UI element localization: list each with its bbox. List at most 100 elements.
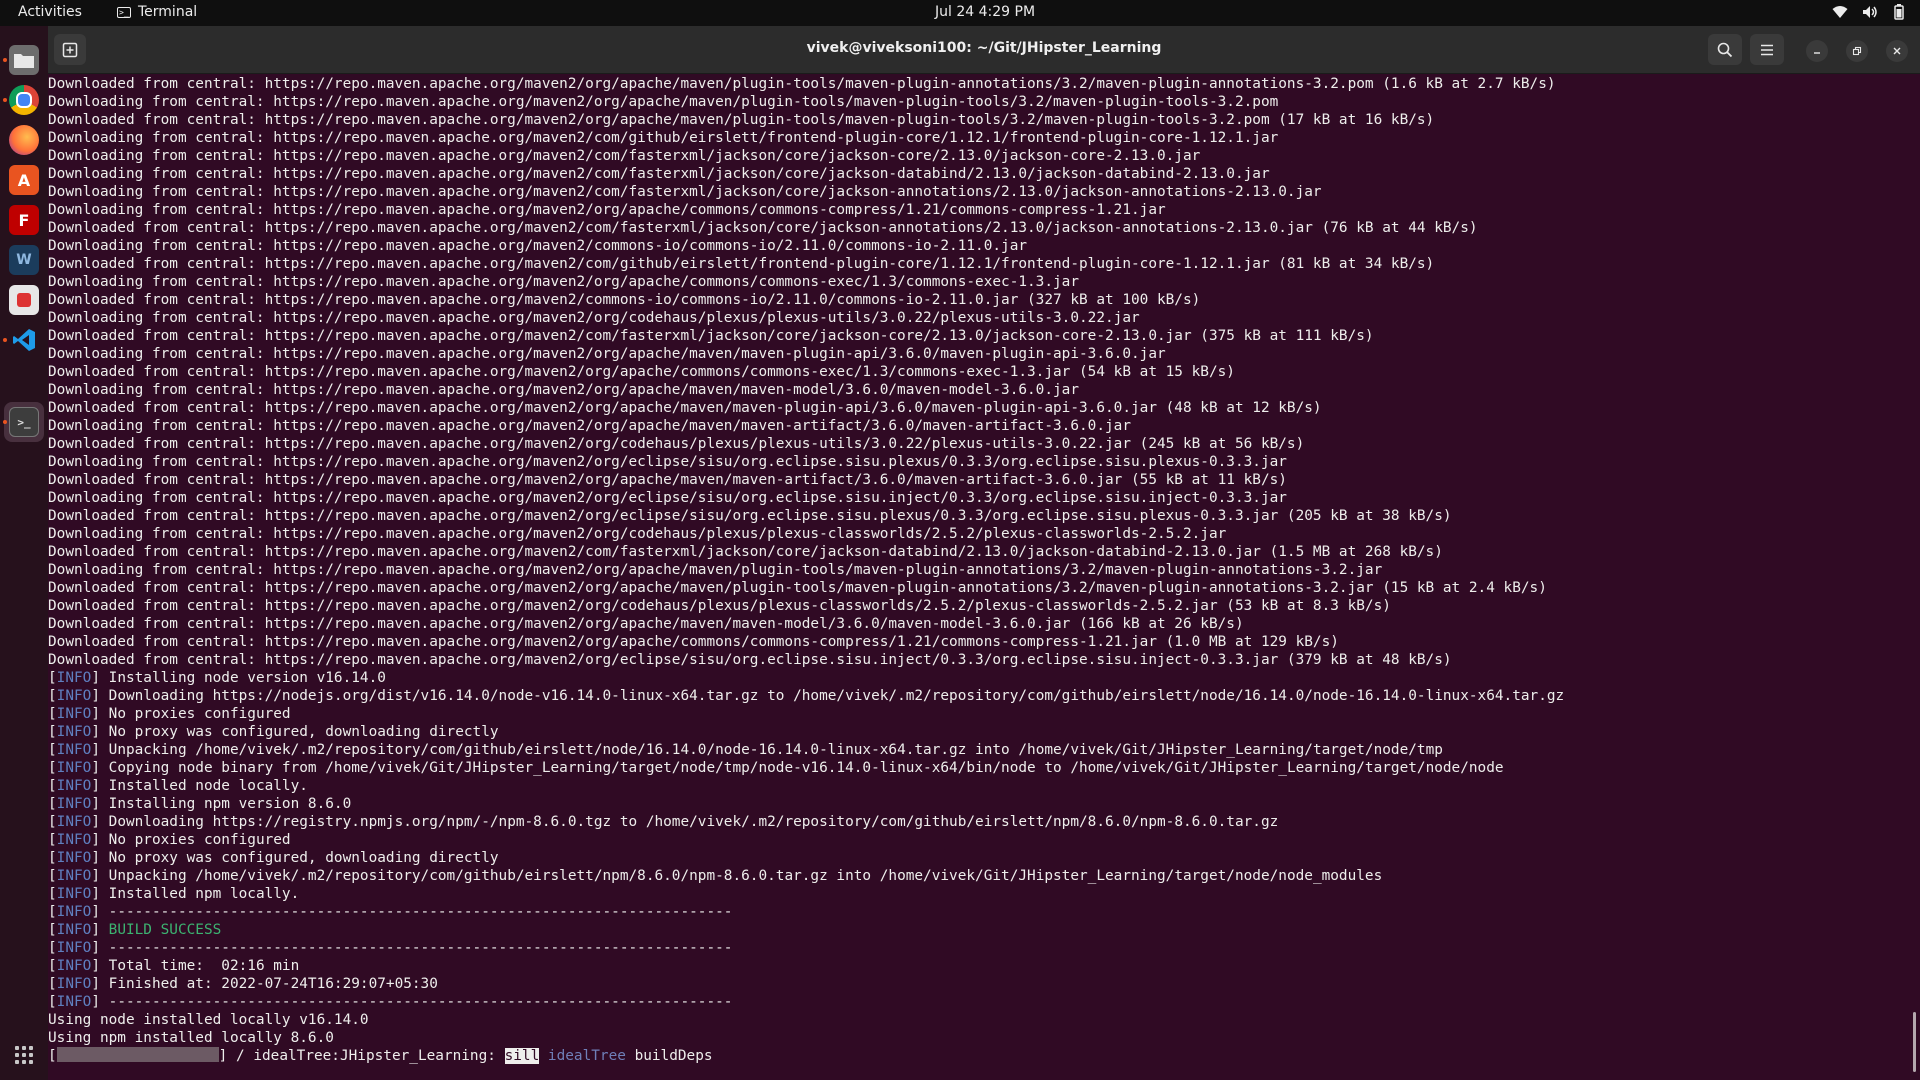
- bracket: [: [48, 904, 57, 920]
- terminal-line: Downloading from central: https://repo.m…: [48, 93, 1278, 111]
- line-text: ----------------------------------------…: [108, 940, 733, 956]
- info-tag: INFO: [56, 742, 92, 758]
- volume-icon[interactable]: [1862, 5, 1878, 24]
- info-line: [INFO] Total time: 02:16 min: [48, 957, 299, 975]
- terminal-line: Downloaded from central: https://repo.ma…: [48, 111, 1434, 129]
- line-text: Downloading from central: https://repo.m…: [48, 202, 1166, 218]
- info-tag: INFO: [56, 670, 92, 686]
- top-bar: Activities >_ Terminal Jul 24 4:29 PM: [0, 0, 1920, 26]
- line-text: Downloaded from central: https://repo.ma…: [48, 436, 1305, 452]
- bracket: ]: [91, 814, 109, 830]
- bracket: ]: [91, 724, 109, 740]
- running-indicator: [3, 58, 7, 62]
- bracket: [: [48, 688, 57, 704]
- clock[interactable]: Jul 24 4:29 PM: [935, 4, 1035, 20]
- terminal-line: Downloading from central: https://repo.m…: [48, 147, 1200, 165]
- terminal-line: Downloaded from central: https://repo.ma…: [48, 579, 1547, 597]
- bracket: ]: [91, 994, 109, 1010]
- header-bar: vivek@viveksoni100: ~/Git/JHipster_Learn…: [48, 26, 1920, 74]
- line-text: Downloading from central: https://repo.m…: [48, 346, 1166, 362]
- app-menu-label: Terminal: [138, 4, 198, 20]
- files-icon[interactable]: [9, 45, 39, 75]
- terminal-line: Downloading from central: https://repo.m…: [48, 561, 1382, 579]
- terminal-line: Downloading from central: https://repo.m…: [48, 201, 1166, 219]
- npm-progress-line: [] / idealTree:JHipster_Learning: sill i…: [48, 1047, 713, 1065]
- screenshot-tool-icon[interactable]: [9, 285, 39, 315]
- line-text: No proxy was configured, downloading dir…: [108, 724, 499, 740]
- line-text: Downloaded from central: https://repo.ma…: [48, 76, 1556, 92]
- info-line: [INFO] ---------------------------------…: [48, 939, 732, 957]
- terminal-icon[interactable]: >_: [9, 407, 39, 437]
- window-title: vivek@viveksoni100: ~/Git/JHipster_Learn…: [806, 40, 1162, 56]
- close-icon[interactable]: [1886, 40, 1908, 62]
- line-text: Downloaded from central: https://repo.ma…: [48, 634, 1339, 650]
- show-applications-icon[interactable]: [15, 1046, 33, 1064]
- info-tag: INFO: [56, 832, 92, 848]
- software-center-icon[interactable]: A: [9, 165, 39, 195]
- line-text: Downloaded from central: https://repo.ma…: [48, 652, 1452, 668]
- terminal-output[interactable]: Downloaded from central: https://repo.ma…: [48, 74, 1901, 1080]
- terminal-line: Downloading from central: https://repo.m…: [48, 381, 1079, 399]
- terminal-line: Downloaded from central: https://repo.ma…: [48, 471, 1287, 489]
- bracket: [: [48, 706, 57, 722]
- line-text: Downloading https://registry.npmjs.org/n…: [108, 814, 1279, 830]
- info-line: [INFO] Downloading https://nodejs.org/di…: [48, 687, 1564, 705]
- line-text: Downloading from central: https://repo.m…: [48, 562, 1383, 578]
- bracket: [: [48, 922, 57, 938]
- info-line: [INFO] Installing node version v16.14.0: [48, 669, 386, 687]
- chrome-icon[interactable]: [9, 85, 39, 115]
- info-tag: INFO: [56, 760, 92, 776]
- line-text: No proxies configured: [108, 832, 291, 848]
- scrollbar[interactable]: [1913, 1012, 1916, 1072]
- line-text: Downloaded from central: https://repo.ma…: [48, 616, 1244, 632]
- system-tray[interactable]: [1832, 4, 1906, 25]
- bracket: ]: [91, 688, 109, 704]
- terminal-line: Downloading from central: https://repo.m…: [48, 345, 1166, 363]
- line-text: Downloading from central: https://repo.m…: [48, 418, 1131, 434]
- npm-progress-bar: [56, 1047, 219, 1062]
- info-tag: INFO: [56, 706, 92, 722]
- terminal-line: Downloaded from central: https://repo.ma…: [48, 363, 1235, 381]
- bracket: [: [48, 796, 57, 812]
- terminal-window: vivek@viveksoni100: ~/Git/JHipster_Learn…: [48, 26, 1920, 1080]
- bracket: ]: [91, 868, 109, 884]
- activities-button[interactable]: Activities: [18, 4, 82, 20]
- battery-icon[interactable]: [1892, 4, 1906, 25]
- terminal-line: Downloading from central: https://repo.m…: [48, 417, 1131, 435]
- line-text: Downloading from central: https://repo.m…: [48, 166, 1270, 182]
- mysql-workbench-icon[interactable]: W: [9, 245, 39, 275]
- info-line: [INFO] No proxies configured: [48, 705, 291, 723]
- line-text: Downloading from central: https://repo.m…: [48, 454, 1287, 470]
- bracket: [: [48, 832, 57, 848]
- info-tag: INFO: [56, 796, 92, 812]
- bracket: [: [48, 940, 57, 956]
- info-line: [INFO] BUILD SUCCESS: [48, 921, 221, 939]
- bracket: [: [48, 742, 57, 758]
- terminal-line: Downloaded from central: https://repo.ma…: [48, 255, 1434, 273]
- line-text: Using node installed locally v16.14.0: [48, 1012, 369, 1028]
- running-indicator: [3, 420, 7, 424]
- line-text: Installing node version v16.14.0: [108, 670, 386, 686]
- bracket: ]: [91, 850, 109, 866]
- vscode-icon[interactable]: [9, 325, 39, 355]
- line-text: Downloaded from central: https://repo.ma…: [48, 220, 1478, 236]
- firefox-icon[interactable]: [9, 125, 39, 155]
- line-text: Downloading from central: https://repo.m…: [48, 382, 1080, 398]
- info-tag: INFO: [56, 994, 92, 1010]
- bracket: ]: [91, 742, 109, 758]
- terminal-line: Downloading from central: https://repo.m…: [48, 237, 1027, 255]
- maximize-icon[interactable]: [1846, 40, 1868, 62]
- search-icon[interactable]: [1708, 34, 1742, 65]
- filezilla-icon[interactable]: F: [9, 205, 39, 235]
- terminal-line: Downloading from central: https://repo.m…: [48, 183, 1322, 201]
- app-menu[interactable]: >_ Terminal: [117, 4, 197, 20]
- bracket: ]: [91, 958, 109, 974]
- wifi-icon[interactable]: [1832, 5, 1848, 24]
- line-text: Downloading from central: https://repo.m…: [48, 130, 1279, 146]
- line-text: Downloading from central: https://repo.m…: [48, 490, 1287, 506]
- line-text: Installed npm locally.: [108, 886, 300, 902]
- menu-icon[interactable]: [1750, 34, 1784, 65]
- bracket: [539, 1048, 548, 1064]
- line-text: Downloading from central: https://repo.m…: [48, 310, 1140, 326]
- minimize-icon[interactable]: [1806, 40, 1828, 62]
